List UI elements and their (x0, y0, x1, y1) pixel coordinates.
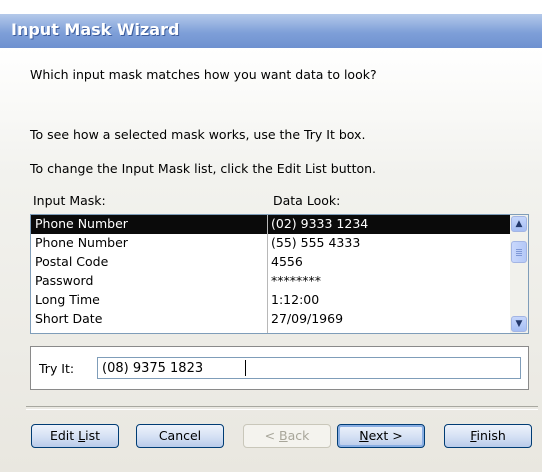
scroll-thumb[interactable] (511, 241, 527, 263)
try-it-box: Try It: (30, 346, 529, 390)
try-it-label: Try It: (39, 361, 75, 376)
input-mask-name: Short Date (35, 311, 103, 326)
scroll-down-button[interactable]: ▼ (511, 316, 527, 332)
input-mask-name: Postal Code (35, 254, 109, 269)
input-mask-name: Password (35, 273, 94, 288)
data-look-value: (55) 555 4333 (271, 235, 361, 250)
chevron-up-icon: ▲ (515, 219, 523, 229)
prompt-text: Which input mask matches how you want da… (30, 67, 377, 82)
data-look-value: 27/09/1969 (271, 311, 344, 326)
input-mask-column-header: Input Mask: (33, 193, 106, 208)
input-mask-name: Phone Number (35, 216, 128, 231)
list-item[interactable]: Phone Number (55) 555 4333 (31, 234, 511, 253)
title-bar[interactable]: Input Mask Wizard (0, 14, 542, 48)
finish-button[interactable]: Finish (444, 424, 532, 448)
try-it-input[interactable] (97, 357, 521, 379)
text-caret (245, 360, 246, 376)
window-title: Input Mask Wizard (11, 20, 180, 39)
data-look-column-header: Data Look: (273, 193, 341, 208)
list-item[interactable]: Short Date 27/09/1969 (31, 310, 511, 329)
input-mask-list[interactable]: Phone Number (02) 9333 1234 Phone Number (5… (30, 214, 529, 334)
input-mask-name: Phone Number (35, 235, 128, 250)
back-button[interactable]: < Back (243, 424, 331, 448)
data-look-value: (02) 9333 1234 (271, 216, 369, 231)
list-item[interactable]: Long Time 1:12:00 (31, 291, 511, 310)
data-look-value: 4556 (271, 254, 303, 269)
vertical-scrollbar[interactable]: ▲ ▼ (510, 215, 528, 333)
button-divider (26, 406, 538, 410)
list-item[interactable]: Password ******** (31, 272, 511, 291)
edit-list-button[interactable]: Edit List (31, 424, 119, 448)
data-look-value: 1:12:00 (271, 292, 320, 307)
list-item[interactable]: Postal Code 4556 (31, 253, 511, 272)
input-mask-name: Long Time (35, 292, 100, 307)
next-button[interactable]: Next > (337, 424, 425, 448)
scroll-up-button[interactable]: ▲ (511, 216, 527, 232)
cancel-button[interactable]: Cancel (136, 424, 224, 448)
column-separator (267, 215, 268, 333)
list-item[interactable]: Phone Number (02) 9333 1234 (31, 215, 511, 234)
data-look-value: ******** (271, 273, 321, 288)
chevron-down-icon: ▼ (515, 319, 523, 329)
edit-list-hint: To change the Input Mask list, click the… (30, 161, 377, 176)
try-it-hint: To see how a selected mask works, use th… (30, 127, 366, 142)
caption-strip (0, 0, 542, 14)
input-mask-wizard-window: Input Mask Wizard Which input mask match… (0, 0, 542, 472)
